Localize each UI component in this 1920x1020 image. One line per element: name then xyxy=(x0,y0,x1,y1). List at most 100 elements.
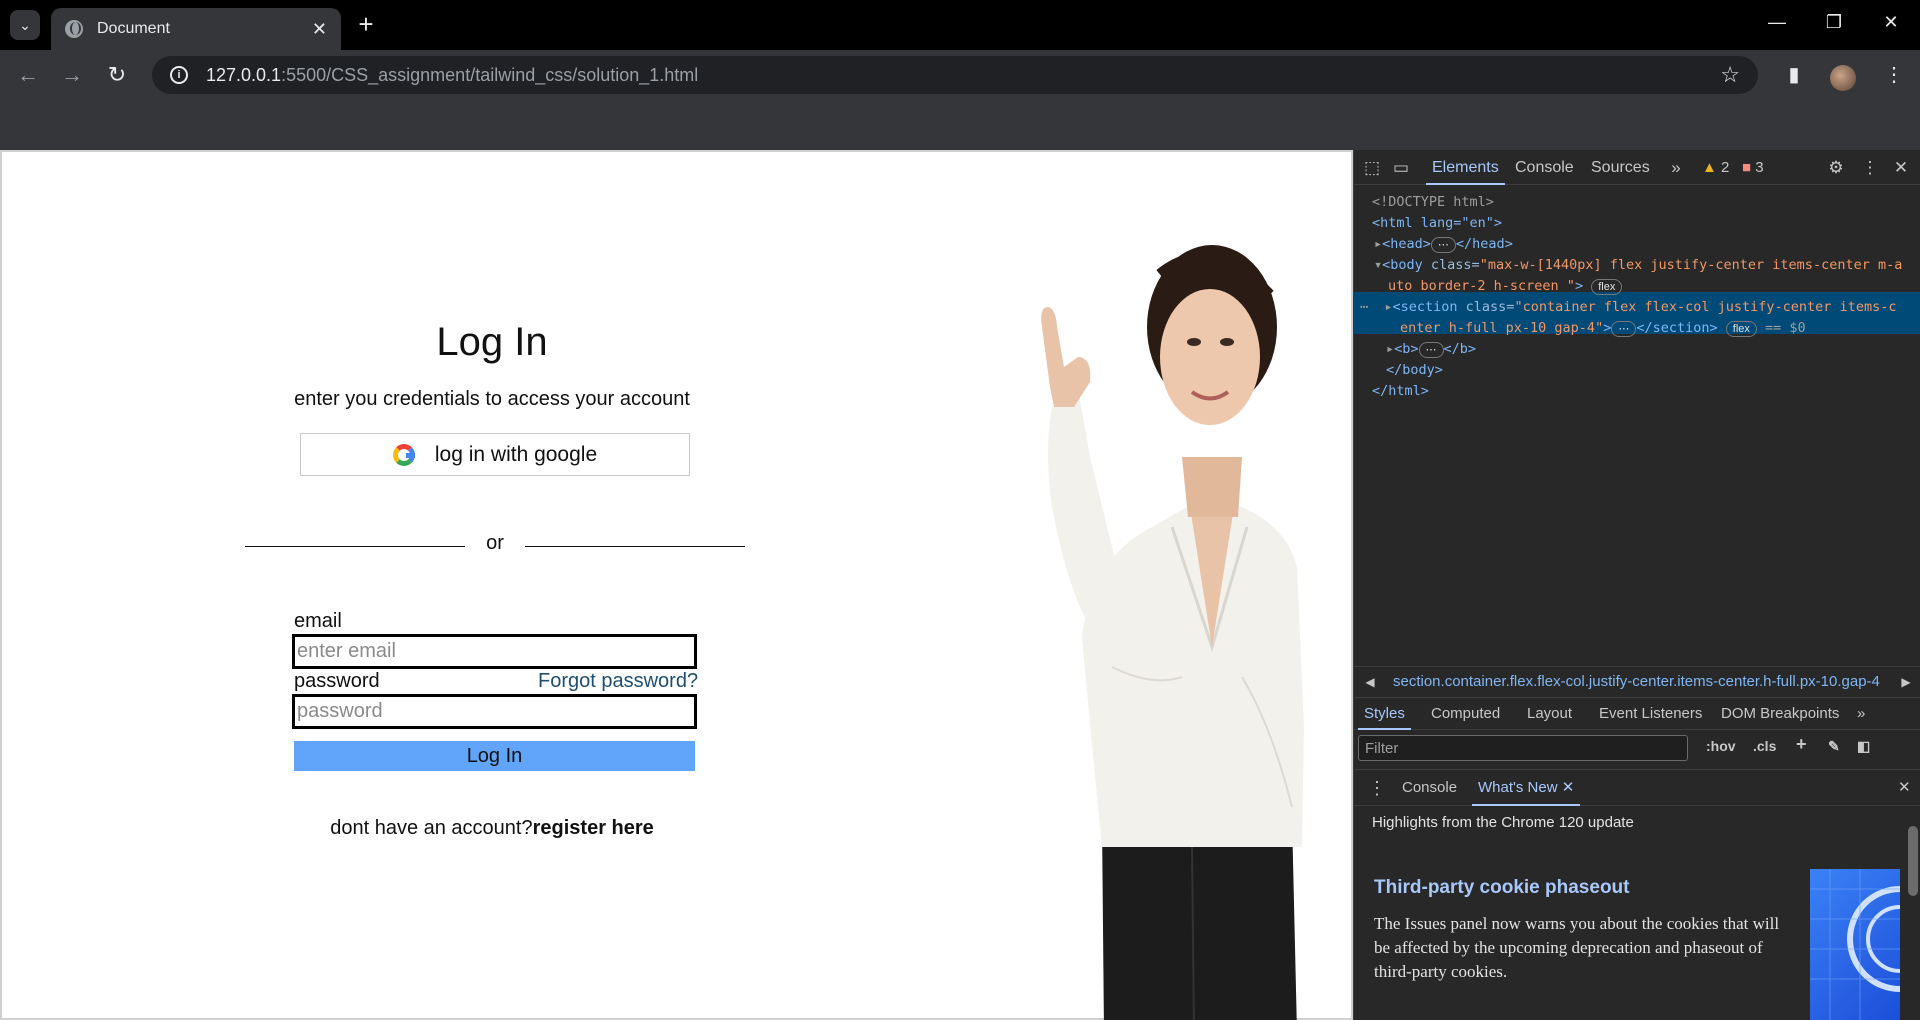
breadcrumb-right-arrow[interactable]: ▶ xyxy=(1894,667,1918,697)
ellipsis-badge: ⋯ xyxy=(1611,321,1637,337)
close-tab-icon[interactable]: ✕ xyxy=(312,19,327,40)
more-style-tabs-icon[interactable]: » xyxy=(1851,698,1871,730)
errors-badge[interactable]: ■ 3 xyxy=(1742,159,1764,176)
dom-head-tag: <head> xyxy=(1382,236,1431,252)
drawer-scrollbar[interactable] xyxy=(1905,806,1920,1020)
or-divider: or xyxy=(245,532,745,560)
tab-console[interactable]: Console xyxy=(1509,150,1580,185)
register-prompt: dont have an account?register here xyxy=(242,817,742,840)
flex-badge[interactable]: flex xyxy=(1591,279,1623,295)
whats-new-body: The Issues panel now warns you about the… xyxy=(1374,914,1780,981)
errors-count: 3 xyxy=(1755,159,1764,176)
dom-b[interactable]: ▸<b> ⋯ </b> xyxy=(1386,339,1476,360)
dom-body-open-cont: uto border-2 h-screen "> flex xyxy=(1388,276,1623,297)
dom-selected-marker: == $0 xyxy=(1765,320,1806,336)
devtools-panel: ⬚ ▭ Elements Console Sources » ▲ 2 ■ 3 ⚙… xyxy=(1353,150,1920,1020)
dom-body-open[interactable]: ▾<body class="max-w-[1440px] flex justif… xyxy=(1374,255,1902,276)
dom-section-open[interactable]: ⋯ ▸<section class="container flex flex-c… xyxy=(1360,297,1896,318)
breadcrumb-left-arrow[interactable]: ◀ xyxy=(1358,667,1382,697)
add-rule-icon[interactable]: + xyxy=(1796,734,1807,755)
browser-menu-icon[interactable]: ⋮ xyxy=(1880,62,1908,87)
close-whats-new-icon[interactable]: ✕ xyxy=(1562,779,1575,796)
settings-gear-icon[interactable]: ⚙ xyxy=(1824,156,1848,180)
warnings-badge[interactable]: ▲ 2 xyxy=(1702,159,1729,176)
styles-tabs: Styles Computed Layout Event Listeners D… xyxy=(1354,698,1920,730)
login-submit-button[interactable]: Log In xyxy=(294,741,695,771)
more-tabs-icon[interactable]: » xyxy=(1664,156,1688,180)
back-button[interactable]: ← xyxy=(15,62,41,88)
tab-styles[interactable]: Styles xyxy=(1358,698,1411,730)
dom-b-tag: <b> xyxy=(1394,341,1419,357)
email-field[interactable] xyxy=(292,634,697,669)
email-label: email xyxy=(294,610,342,632)
address-bar[interactable]: i 127.0.0.1:5500/CSS_assignment/tailwind… xyxy=(152,56,1758,94)
styles-filter-input[interactable] xyxy=(1358,735,1688,761)
ellipsis-badge: ⋯ xyxy=(1418,342,1444,358)
tab-elements[interactable]: Elements xyxy=(1426,150,1505,185)
forgot-password-link[interactable]: Forgot password? xyxy=(538,670,698,693)
restore-button[interactable]: ❐ xyxy=(1814,12,1854,33)
device-toolbar-icon[interactable]: ▭ xyxy=(1389,156,1413,180)
browser-toolbar: ← → ↻ i 127.0.0.1:5500/CSS_assignment/ta… xyxy=(0,50,1920,100)
dom-head-close: </head> xyxy=(1455,236,1513,252)
globe-icon xyxy=(65,20,83,38)
tab-computed[interactable]: Computed xyxy=(1425,698,1506,730)
divider-line-right xyxy=(525,546,745,547)
forward-button[interactable]: → xyxy=(59,62,85,88)
google-icon xyxy=(392,443,415,466)
google-login-button[interactable]: log in with google xyxy=(300,433,690,476)
drawer-tab-whats-new-label: What's New xyxy=(1478,779,1558,796)
chevron-down-icon: ⌄ xyxy=(19,16,31,33)
dom-html-close: </html> xyxy=(1372,383,1429,399)
flex-badge[interactable]: flex xyxy=(1725,321,1757,337)
dom-body-class-1: "max-w-[1440px] flex justify-center item… xyxy=(1479,257,1903,273)
dom-body-close: </body> xyxy=(1386,362,1443,378)
tab-dom-breakpoints[interactable]: DOM Breakpoints xyxy=(1715,698,1845,730)
whats-new-thumbnail xyxy=(1810,869,1900,1020)
whats-new-title[interactable]: Third-party cookie phaseout xyxy=(1374,877,1629,899)
tab-layout[interactable]: Layout xyxy=(1521,698,1578,730)
dom-html-open[interactable]: <html lang="en"> xyxy=(1372,213,1502,234)
class-toggle[interactable]: .cls xyxy=(1753,738,1776,754)
breadcrumb-path[interactable]: section.container.flex.flex-col.justify-… xyxy=(1393,667,1893,697)
dom-body-class-2: uto border-2 h-screen " xyxy=(1388,278,1575,294)
close-window-button[interactable]: ✕ xyxy=(1871,12,1911,33)
toggle-sidebar-icon[interactable]: ◧ xyxy=(1857,738,1870,755)
paint-brush-icon[interactable]: ✎ xyxy=(1828,738,1840,755)
dom-section-class-1: "container flex flex-col justify-center … xyxy=(1514,299,1897,315)
error-icon: ■ xyxy=(1742,159,1752,176)
hover-state-toggle[interactable]: :hov xyxy=(1706,738,1736,754)
dom-tree: <!DOCTYPE html> <html lang="en"> ▸<head>… xyxy=(1354,186,1920,666)
tab-event-listeners[interactable]: Event Listeners xyxy=(1593,698,1708,730)
browser-tab[interactable]: Document ✕ xyxy=(51,8,341,50)
close-devtools-icon[interactable]: ✕ xyxy=(1889,156,1913,180)
drawer-tab-console[interactable]: Console xyxy=(1396,770,1463,806)
side-panel-icon[interactable]: ▮ xyxy=(1780,62,1808,87)
styles-filter-row: :hov .cls + ✎ ◧ xyxy=(1354,730,1920,766)
drawer-tab-whats-new[interactable]: What's New ✕ xyxy=(1472,770,1581,806)
scrollbar-thumb[interactable] xyxy=(1908,826,1918,896)
tab-sources[interactable]: Sources xyxy=(1585,150,1656,185)
url-path: :5500/CSS_assignment/tailwind_css/soluti… xyxy=(281,64,699,85)
close-drawer-icon[interactable]: ✕ xyxy=(1892,770,1917,806)
collapse-arrow-icon: ▾ xyxy=(1374,257,1383,273)
tab-search-button[interactable]: ⌄ xyxy=(10,10,40,40)
minimize-button[interactable]: — xyxy=(1757,12,1797,33)
reload-button[interactable]: ↻ xyxy=(104,62,130,88)
drawer-menu-icon[interactable]: ⋮ xyxy=(1362,770,1392,806)
dom-b-close: </b> xyxy=(1443,341,1477,357)
inspect-element-icon[interactable]: ⬚ xyxy=(1360,156,1384,180)
devtools-menu-icon[interactable]: ⋮ xyxy=(1858,156,1882,180)
password-field[interactable] xyxy=(292,694,697,729)
site-info-icon[interactable]: i xyxy=(170,66,188,84)
cookie-graphic-icon xyxy=(1810,869,1900,1020)
dom-section-open-cont: enter h-full px-10 gap-4"> ⋯ </section> fl… xyxy=(1400,320,1806,337)
woman-pointing-illustration xyxy=(1041,245,1304,1020)
bookmark-star-icon[interactable]: ☆ xyxy=(1720,62,1740,88)
profile-avatar[interactable] xyxy=(1830,65,1856,91)
register-link[interactable]: register here xyxy=(533,817,654,839)
dom-head[interactable]: ▸<head> ⋯ </head> xyxy=(1374,234,1513,255)
drawer-tabs: ⋮ Console What's New ✕ ✕ xyxy=(1354,770,1920,806)
new-tab-button[interactable]: + xyxy=(352,11,380,39)
register-prompt-text: dont have an account? xyxy=(330,817,533,839)
